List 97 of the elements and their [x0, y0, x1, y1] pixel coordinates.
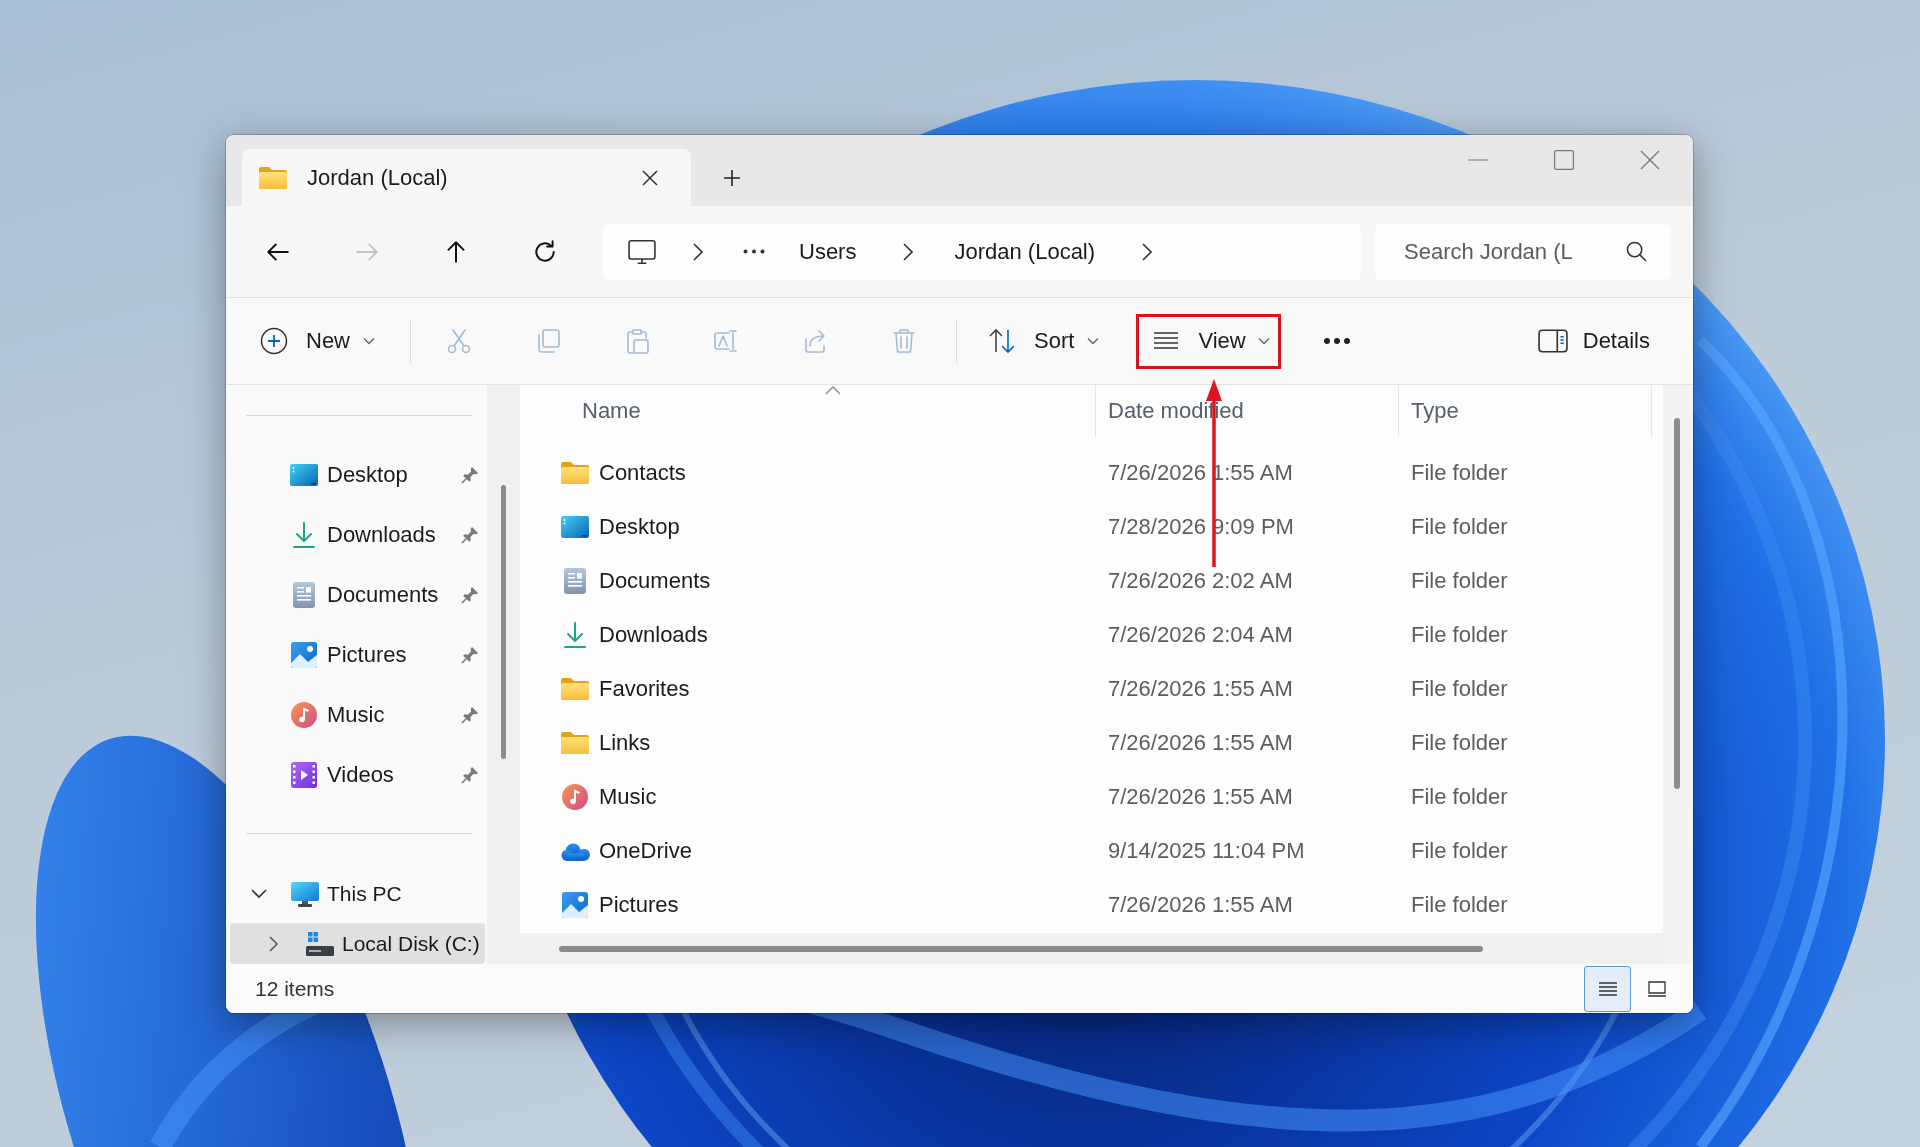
sidebar-item[interactable]: Videos: [279, 750, 404, 800]
date-modified: 7/26/2026 1:55 AM: [1108, 784, 1293, 809]
breadcrumb-item[interactable]: Users: [787, 231, 869, 272]
file-name[interactable]: Pictures: [599, 892, 679, 918]
file-type: File folder: [1411, 568, 1508, 593]
scrollbar-thumb[interactable]: [1674, 418, 1680, 789]
date-modified: 7/26/2026 1:55 AM: [1108, 730, 1293, 755]
download-icon: [564, 622, 586, 648]
view-button[interactable]: View: [1136, 313, 1281, 369]
document-icon: [293, 582, 315, 608]
file-name[interactable]: Contacts: [599, 460, 686, 486]
new-button[interactable]: New: [248, 313, 385, 369]
folder-icon: [561, 732, 589, 754]
minimize-icon: [1468, 159, 1488, 161]
sort-button[interactable]: Sort: [977, 313, 1112, 369]
pin-icon[interactable]: [461, 646, 479, 664]
file-name[interactable]: Downloads: [599, 622, 708, 648]
date-modified: 7/26/2026 2:04 AM: [1108, 622, 1293, 647]
video-icon: [291, 762, 317, 788]
column-header[interactable]: Type: [1399, 385, 1652, 437]
file-name[interactable]: Documents: [599, 568, 711, 594]
file-name[interactable]: Desktop: [599, 514, 680, 540]
chevron-down-icon[interactable]: [251, 889, 267, 899]
file-type: File folder: [1411, 460, 1508, 485]
picture-icon: [291, 642, 317, 668]
trash-icon: [890, 327, 918, 355]
refresh-icon: [532, 238, 558, 265]
file-name[interactable]: Favorites: [599, 676, 690, 702]
details-view-button[interactable]: [1584, 965, 1631, 1012]
tree-item[interactable]: This PC: [230, 865, 485, 923]
folder-icon: [561, 462, 589, 484]
details-view-icon: [1598, 981, 1617, 996]
sort-caret-icon: [824, 386, 841, 395]
file-name[interactable]: Music: [599, 784, 657, 810]
tree-item[interactable]: Local Disk (C:): [230, 923, 485, 964]
desktop-icon: [290, 464, 318, 486]
sidebar-item[interactable]: Pictures: [279, 630, 417, 680]
file-name[interactable]: OneDrive: [599, 838, 692, 864]
details-pane-icon: [1537, 329, 1568, 353]
music-icon: [562, 784, 588, 810]
monitor-icon: [291, 881, 319, 907]
column-header[interactable]: Name: [520, 385, 1096, 437]
pin-icon[interactable]: [461, 526, 479, 544]
music-icon: [291, 702, 317, 728]
caret-icon: [1257, 337, 1270, 345]
breadcrumb-item[interactable]: Jordan (Local): [942, 231, 1108, 272]
maximize-icon: [1554, 150, 1574, 170]
sidebar-item[interactable]: Music: [279, 690, 395, 740]
sidebar-item[interactable]: Downloads: [279, 510, 446, 560]
computer-icon[interactable]: [628, 238, 656, 265]
item-count: 12 items: [255, 976, 335, 1001]
date-modified: 9/14/2025 11:04 PM: [1108, 838, 1305, 863]
search-icon[interactable]: [1626, 240, 1647, 262]
date-modified: 7/26/2026 2:02 AM: [1108, 568, 1293, 593]
folder-icon: [561, 678, 589, 700]
tiles-view-icon: [1648, 980, 1666, 997]
plus-icon: [723, 169, 741, 187]
file-type: File folder: [1411, 622, 1508, 647]
file-name[interactable]: Links: [599, 730, 651, 756]
scrollbar-thumb[interactable]: [501, 485, 506, 759]
date-modified: 7/26/2026 1:55 AM: [1108, 676, 1293, 701]
scrollbar-thumb[interactable]: [559, 945, 1483, 952]
download-icon: [293, 522, 315, 548]
plus-circle-icon: [260, 327, 288, 355]
close-icon: [1640, 150, 1660, 170]
caret-icon: [363, 337, 375, 345]
pin-icon[interactable]: [461, 706, 479, 724]
pin-icon[interactable]: [461, 586, 479, 604]
close-icon: [641, 169, 658, 186]
document-icon: [564, 568, 586, 594]
folder-icon: [259, 166, 287, 189]
desktop-icon: [561, 516, 589, 538]
sidebar-item[interactable]: Desktop: [279, 450, 418, 500]
more-icon[interactable]: [743, 249, 765, 254]
drive-icon: [306, 931, 334, 956]
file-type: File folder: [1411, 838, 1508, 863]
rename-icon: [712, 327, 740, 355]
tab[interactable]: Jordan (Local): [242, 149, 691, 206]
sidebar-item[interactable]: Documents: [279, 570, 449, 620]
scissors-icon: [445, 327, 473, 355]
more-icon: [1322, 337, 1351, 345]
address-bar[interactable]: Users Jordan (Local): [603, 223, 1361, 280]
details-button[interactable]: Details: [1527, 313, 1660, 369]
sort-arrows-icon: [988, 327, 1016, 355]
file-type: File folder: [1411, 514, 1508, 539]
pin-icon[interactable]: [461, 766, 479, 784]
date-modified: 7/26/2026 1:55 AM: [1108, 892, 1293, 917]
caret-icon: [1087, 337, 1100, 345]
picture-icon: [562, 892, 588, 918]
file-type: File folder: [1411, 730, 1508, 755]
file-type: File folder: [1411, 892, 1508, 917]
file-type: File folder: [1411, 784, 1508, 809]
cloud-icon: [560, 841, 590, 861]
search-field[interactable]: Search Jordan (L: [1375, 223, 1670, 280]
file-type: File folder: [1411, 676, 1508, 701]
chevron-right-icon[interactable]: [269, 935, 279, 952]
pin-icon[interactable]: [461, 466, 479, 484]
